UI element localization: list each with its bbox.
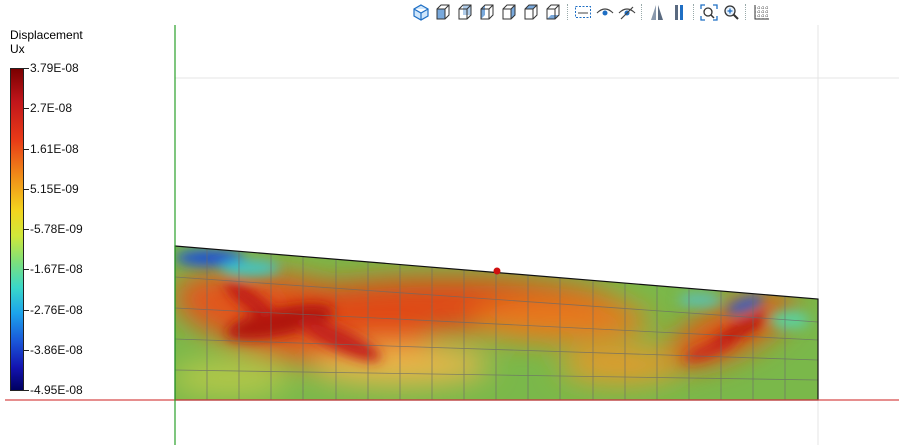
- view-iso-icon: [412, 3, 430, 21]
- legend-tick-mark: [24, 189, 29, 190]
- grid-settings-button[interactable]: [750, 2, 772, 22]
- legend-tick-label: -4.95E-08: [30, 383, 83, 397]
- zoom-fit-button[interactable]: [698, 2, 720, 22]
- legend-title: Displacement Ux: [10, 28, 83, 56]
- legend-tick-label: -3.86E-08: [30, 343, 83, 357]
- legend-tick-mark: [24, 350, 29, 351]
- toolbar-separator: [745, 4, 747, 20]
- show-eye-button[interactable]: [594, 2, 616, 22]
- probe-point-marker[interactable]: [493, 267, 501, 275]
- hide-eye-icon: [618, 4, 636, 21]
- view-front-button[interactable]: [432, 2, 454, 22]
- toolbar-separator: [693, 4, 695, 20]
- zoom-fit-icon: [700, 3, 718, 21]
- toolbar-separator: [567, 4, 569, 20]
- legend-tick-label: -2.76E-08: [30, 303, 83, 317]
- legend-tick-mark: [24, 229, 29, 230]
- legend-tick-mark: [24, 68, 29, 69]
- legend-tick-mark: [24, 269, 29, 270]
- hide-eye-button[interactable]: [616, 2, 638, 22]
- select-region-icon: [574, 4, 592, 21]
- view-left-button[interactable]: [476, 2, 498, 22]
- select-region-button[interactable]: [572, 2, 594, 22]
- zoom-in-button[interactable]: [720, 2, 742, 22]
- mirror-view-icon: [648, 4, 666, 21]
- color-legend: Displacement Ux 3.79E-08 2.7E-08 1.61E-08 5…: [10, 28, 150, 396]
- legend-tick-mark: [24, 108, 29, 109]
- legend-tick-label: 1.61E-08: [30, 142, 79, 156]
- view-top-icon: [522, 4, 540, 21]
- view-right-icon: [500, 4, 518, 21]
- legend-color-bar: [10, 68, 24, 391]
- view-left-icon: [478, 4, 496, 21]
- legend-tick-label: 2.7E-08: [30, 101, 73, 115]
- grid-settings-icon: [752, 4, 770, 21]
- view-top-button[interactable]: [520, 2, 542, 22]
- column-view-icon: [670, 4, 688, 21]
- view-bottom-icon: [544, 4, 562, 21]
- toolbar-separator: [641, 4, 643, 20]
- column-view-button[interactable]: [668, 2, 690, 22]
- legend-tick-label: -1.67E-08: [30, 262, 83, 276]
- legend-title-quantity: Displacement: [10, 28, 83, 42]
- displacement-contour: [175, 246, 818, 400]
- view-back-button[interactable]: [454, 2, 476, 22]
- view-front-icon: [434, 4, 452, 21]
- legend-tick-label: -5.78E-09: [30, 222, 83, 236]
- view-toolbar: [410, 2, 772, 22]
- view-right-button[interactable]: [498, 2, 520, 22]
- legend-tick-mark: [24, 390, 29, 391]
- legend-tick-label: 3.79E-08: [30, 61, 79, 75]
- mirror-view-button[interactable]: [646, 2, 668, 22]
- legend-tick-label: 5.15E-09: [30, 182, 79, 196]
- view-bottom-button[interactable]: [542, 2, 564, 22]
- legend-title-component: Ux: [10, 42, 25, 56]
- zoom-in-icon: [722, 4, 740, 21]
- view-back-icon: [456, 4, 474, 21]
- show-eye-icon: [596, 4, 614, 21]
- view-iso-button[interactable]: [410, 2, 432, 22]
- legend-tick-mark: [24, 310, 29, 311]
- legend-tick-mark: [24, 149, 29, 150]
